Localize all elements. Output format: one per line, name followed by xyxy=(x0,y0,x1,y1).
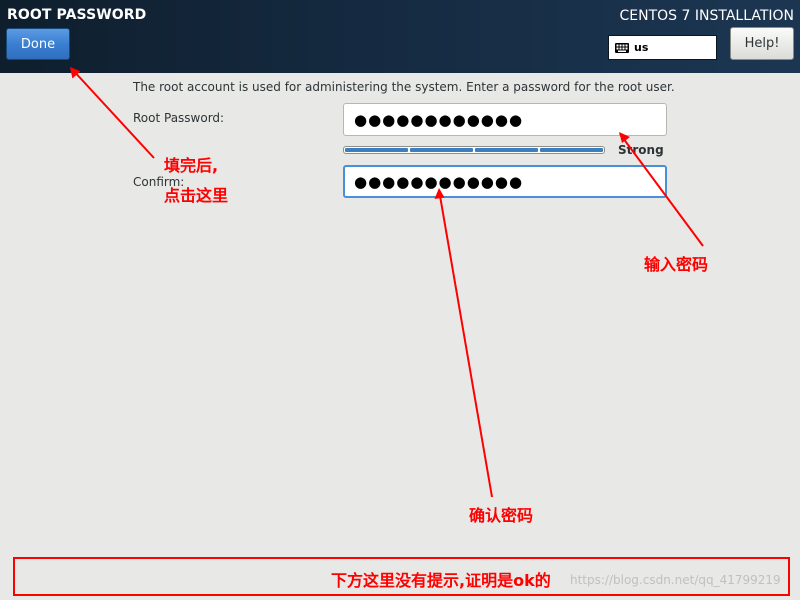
strength-segment xyxy=(345,148,408,152)
installer-title: CENTOS 7 INSTALLATION xyxy=(619,8,794,24)
password-strength-label: Strong xyxy=(618,143,664,157)
keyboard-layout-indicator[interactable]: us xyxy=(608,35,717,60)
root-account-description: The root account is used for administeri… xyxy=(133,80,675,94)
password-strength-meter xyxy=(343,146,605,154)
root-password-field[interactable] xyxy=(343,103,667,136)
page-title: ROOT PASSWORD xyxy=(7,7,147,23)
annotation-bottom-note: 下方这里没有提示,证明是ok的 xyxy=(331,571,551,590)
strength-segment xyxy=(540,148,603,152)
help-button[interactable]: Help! xyxy=(730,27,794,60)
annotation-done-note-line2: 点击这里 xyxy=(164,186,229,205)
root-password-label: Root Password: xyxy=(133,111,225,125)
done-button[interactable]: Done xyxy=(6,28,70,60)
annotation-confirm-password: 确认密码 xyxy=(469,506,534,525)
confirm-password-field[interactable] xyxy=(343,165,667,198)
keyboard-layout-label: us xyxy=(634,41,649,54)
keyboard-icon xyxy=(615,42,629,53)
watermark: https://blog.csdn.net/qq_41799219 xyxy=(570,573,781,587)
strength-segment xyxy=(475,148,538,152)
arrow-to-confirm xyxy=(438,189,493,498)
annotation-done-note-line1: 填完后, xyxy=(164,156,219,175)
header-bar: ROOT PASSWORD Done CENTOS 7 INSTALLATION… xyxy=(0,0,800,73)
annotation-enter-password: 输入密码 xyxy=(644,255,709,274)
strength-segment xyxy=(410,148,473,152)
